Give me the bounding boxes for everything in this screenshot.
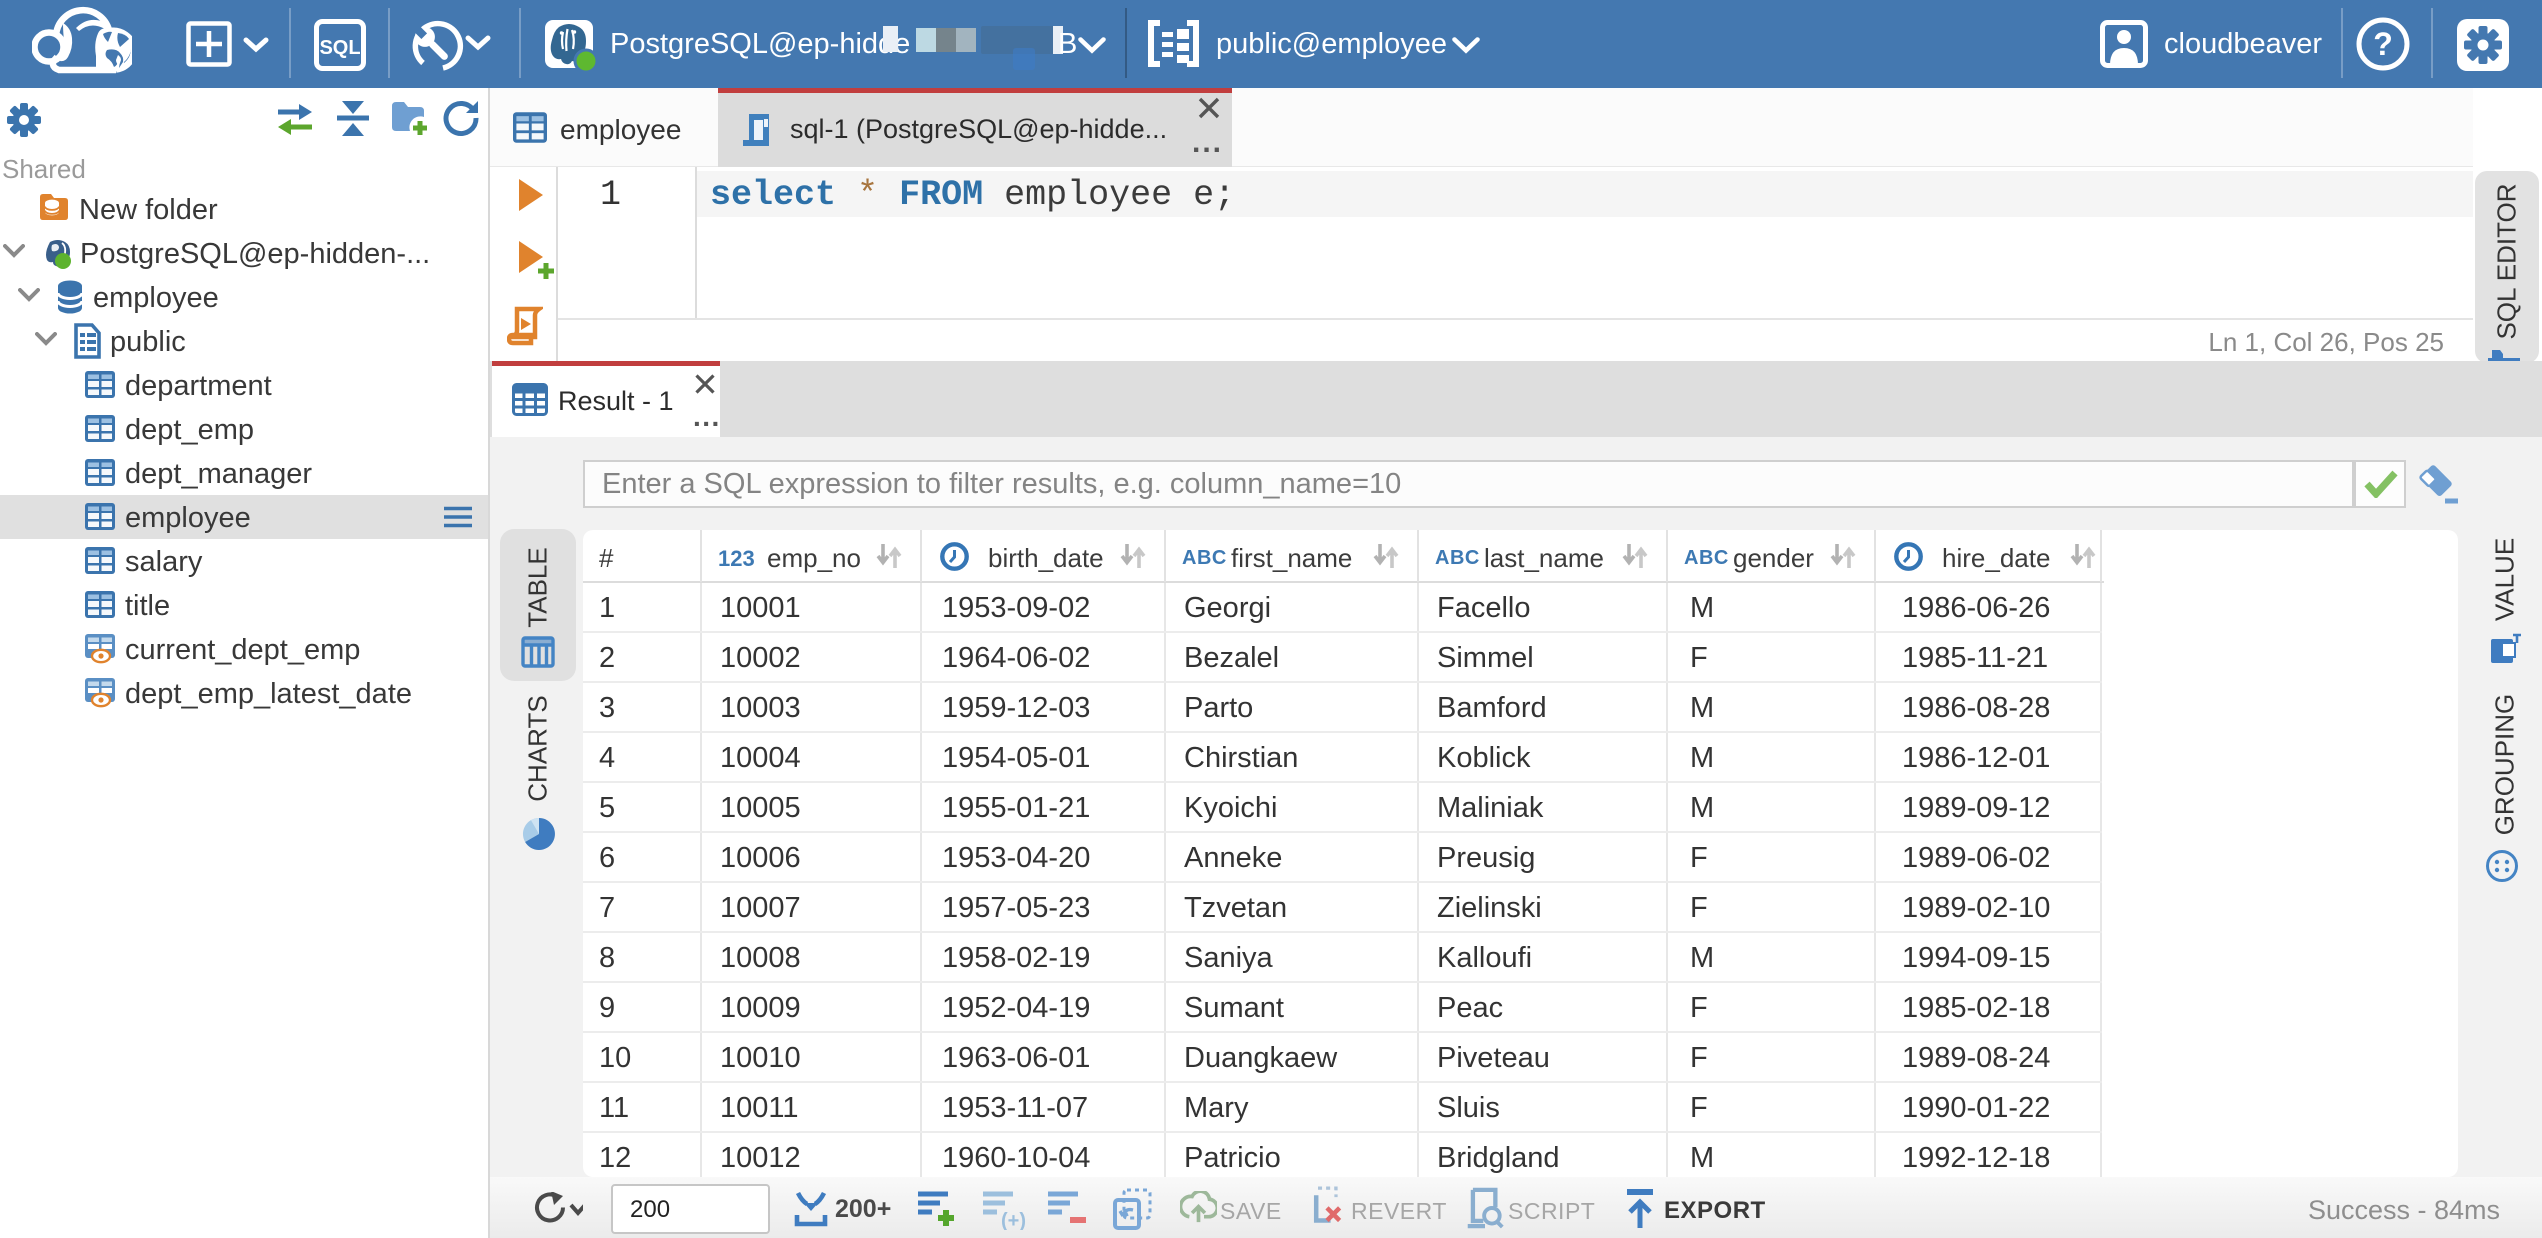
svg-text:SQL: SQL: [319, 37, 360, 59]
svg-text:(+): (+): [1001, 1210, 1026, 1230]
svg-text:?: ?: [2373, 26, 2393, 62]
